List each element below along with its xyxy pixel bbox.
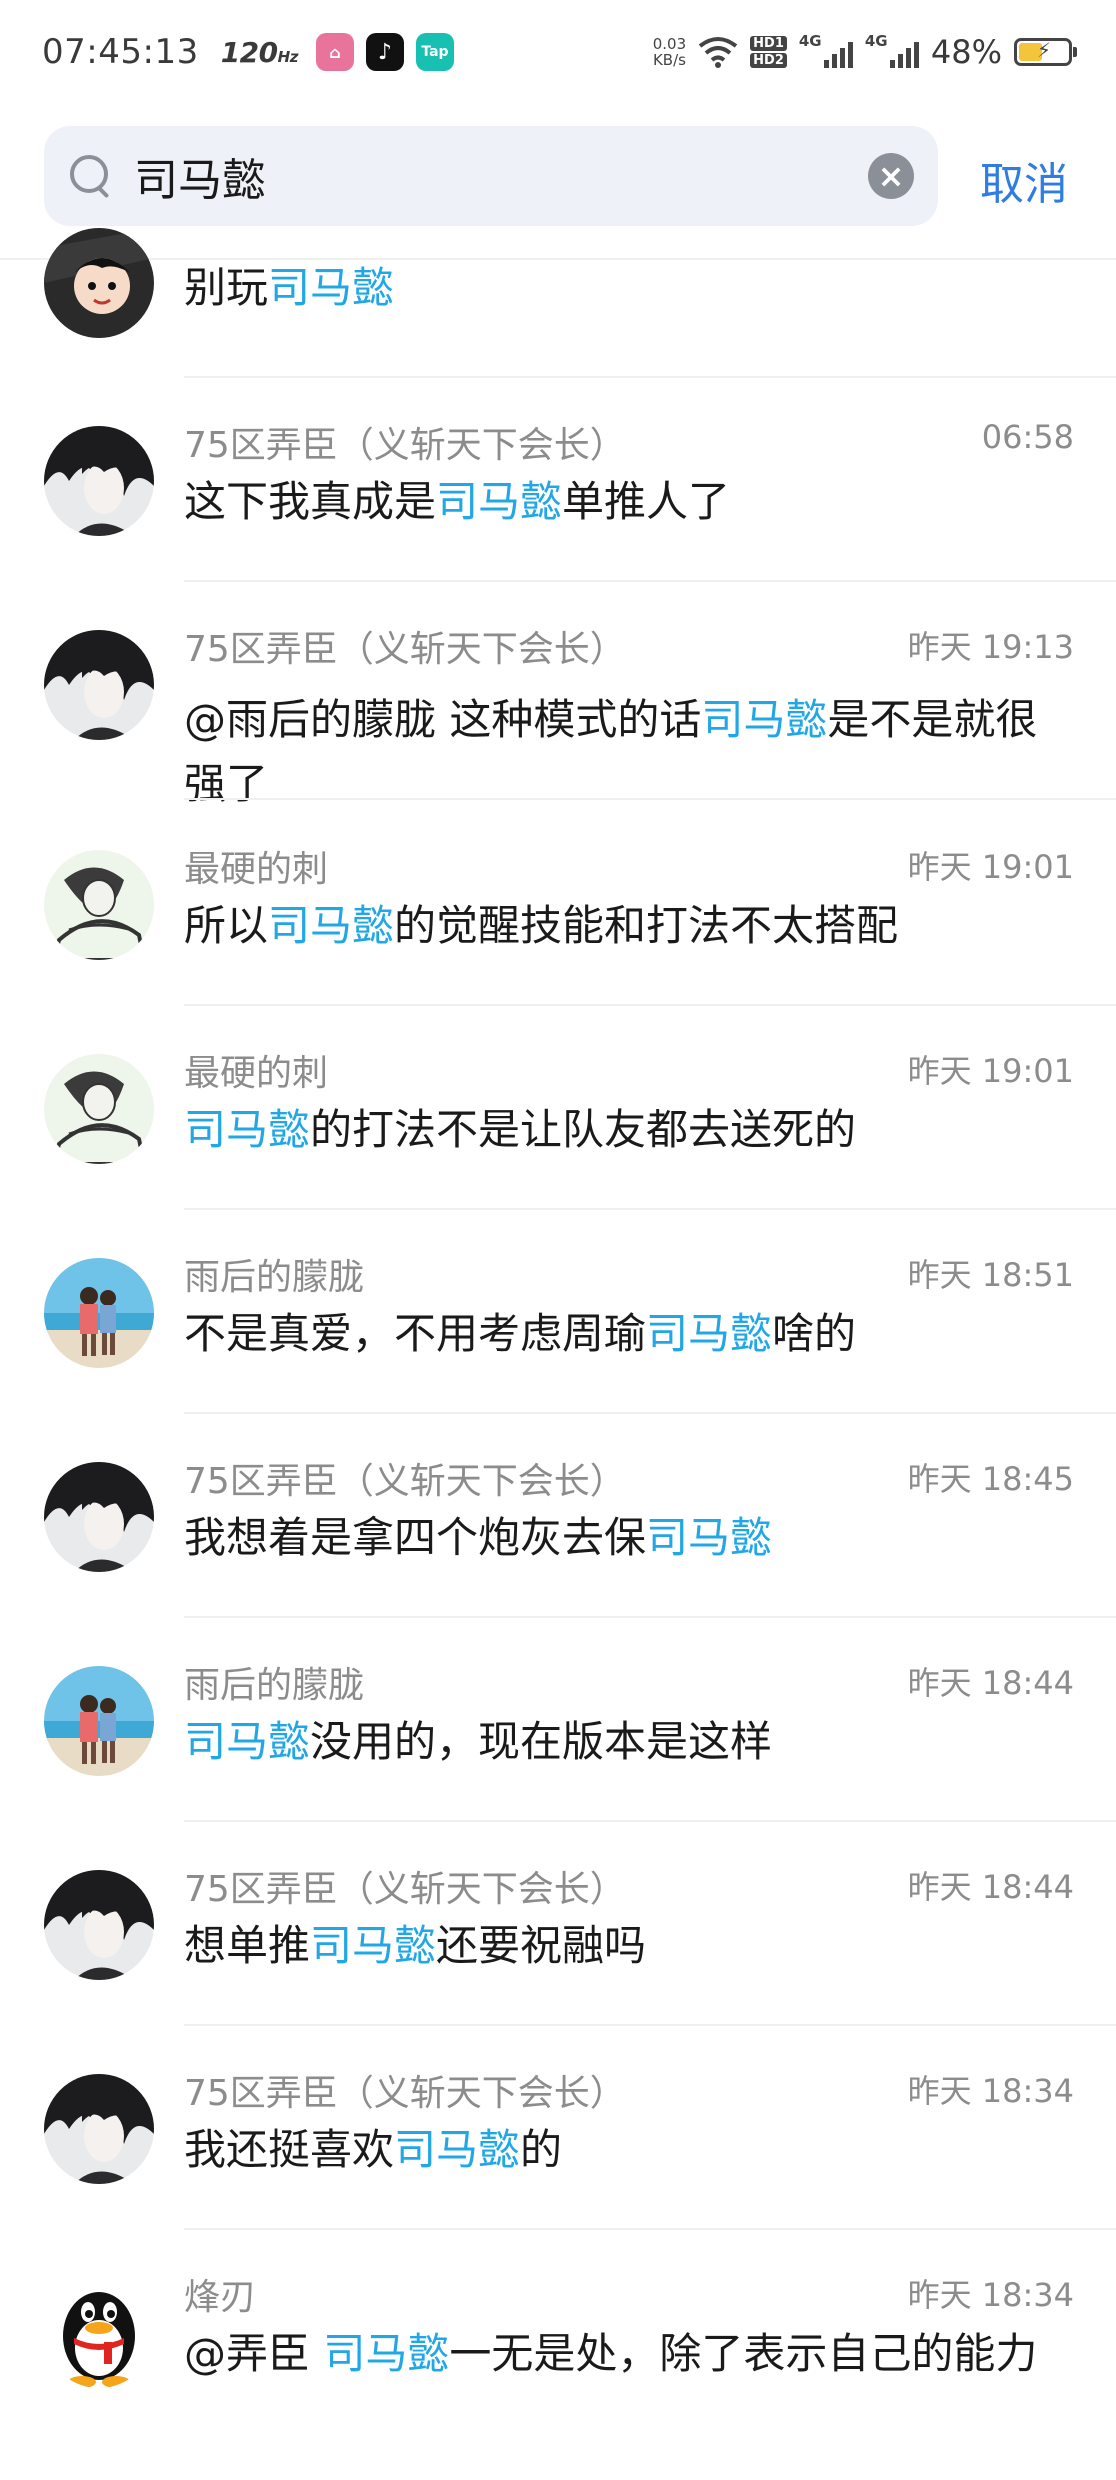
signal-4g-icon: 4G (799, 32, 853, 70)
taptap-icon: Tap (415, 33, 454, 71)
tiktok-icon: ♪ (365, 33, 404, 71)
message-snippet: @雨后的朦胧 这种模式的话司马懿是不是就很强了 (184, 688, 1064, 816)
message-text: @雨后的朦胧 这种模式的话 (184, 695, 702, 744)
message-text: 啥的 (772, 1309, 857, 1358)
message-text: 不是真爱，不用考虑周瑜 (184, 1309, 647, 1358)
message-text: 我还挺喜欢 (184, 2125, 395, 2174)
message-text: @弄臣 (184, 2329, 324, 2378)
signal-4g-icon: 4G (865, 32, 919, 70)
search-result-item[interactable]: 75区弄臣（义斩天下会长） 昨天 19:13 @雨后的朦胧 这种模式的话司马懿是不是… (0, 582, 1116, 808)
keyword-highlight: 司马懿 (394, 2125, 521, 2174)
search-result-item[interactable]: 雨后的朦胧 昨天 18:44 司马懿没用的，现在版本是这样 (0, 1618, 1116, 1822)
row-divider (184, 798, 1116, 800)
message-text: 还要祝融吗 (436, 1921, 647, 1970)
battery-icon: ⚡ (1014, 38, 1077, 66)
keyword-highlight: 司马懿 (646, 1513, 773, 1562)
keyword-highlight: 司马懿 (436, 477, 563, 526)
search-result-item[interactable]: 最硬的刺 昨天 19:01 所以司马懿的觉醒技能和打法不太搭配 (0, 802, 1116, 1006)
sender-name: 75区弄臣（义斩天下会长） (184, 1869, 626, 1910)
message-time: 昨天 19:01 (907, 848, 1074, 886)
search-input[interactable] (132, 149, 868, 203)
search-bar[interactable]: × (44, 126, 938, 226)
message-time: 昨天 18:51 (907, 1256, 1074, 1294)
avatar[interactable] (44, 1666, 154, 1776)
message-snippet: 不是真爱，不用考虑周瑜司马懿啥的 (184, 1302, 1064, 1366)
message-time: 06:58 (981, 418, 1074, 456)
wifi-icon (698, 37, 738, 68)
search-result-item[interactable]: 75区弄臣（义斩天下会长） 昨天 18:34 我还挺喜欢司马懿的 (0, 2026, 1116, 2230)
keyword-highlight: 司马懿 (268, 263, 395, 312)
keyword-highlight: 司马懿 (268, 901, 395, 950)
message-text: 这下我真成是 (184, 477, 437, 526)
hd-voice-icon: HD1 HD2 (750, 36, 787, 68)
message-text: 想单推 (184, 1921, 311, 1970)
message-text: 所以 (184, 901, 269, 950)
message-snippet: 司马懿没用的，现在版本是这样 (184, 1710, 1064, 1774)
message-text: 我想着是拿四个炮灰去保 (184, 1513, 647, 1562)
message-time: 昨天 18:34 (907, 2072, 1074, 2110)
sender-name: 雨后的朦胧 (184, 1665, 365, 1706)
clock: 07:45:13 (42, 32, 199, 72)
keyword-highlight: 司马懿 (184, 1105, 311, 1154)
avatar[interactable] (44, 630, 154, 740)
avatar[interactable] (44, 2278, 154, 2388)
sender-name: 雨后的朦胧 (184, 1257, 365, 1298)
message-text: 没用的，现在版本是这样 (310, 1717, 773, 1766)
avatar[interactable] (44, 1870, 154, 1980)
avatar[interactable] (44, 228, 154, 338)
keyword-highlight: 司马懿 (701, 695, 828, 744)
message-snippet: 司马懿的打法不是让队友都去送死的 (184, 1098, 1064, 1162)
network-speed: 0.03 KB/s (652, 35, 687, 69)
keyword-highlight: 司马懿 (184, 1717, 311, 1766)
message-snippet: 这下我真成是司马懿单推人了 (184, 470, 1064, 534)
message-text: 单推人了 (562, 477, 731, 526)
message-snippet: 我想着是拿四个炮灰去保司马懿 (184, 1506, 1064, 1570)
battery-percent: 48% (930, 33, 1002, 71)
app-notification-icon: ⌂ (315, 33, 354, 71)
keyword-highlight: 司马懿 (646, 1309, 773, 1358)
message-time: 昨天 19:01 (907, 1052, 1074, 1090)
message-snippet: 别玩司马懿 (184, 256, 1064, 320)
message-text: 别玩 (184, 263, 269, 312)
search-result-item[interactable]: 雨后的朦胧 昨天 18:51 不是真爱，不用考虑周瑜司马懿啥的 (0, 1210, 1116, 1414)
message-time: 昨天 18:44 (907, 1868, 1074, 1906)
search-result-item[interactable]: 75区弄臣（义斩天下会长） 昨天 18:45 我想着是拿四个炮灰去保司马懿 (0, 1414, 1116, 1618)
message-snippet: @弄臣 司马懿一无是处，除了表示自己的能力 (184, 2322, 1064, 2386)
message-time: 昨天 18:34 (907, 2276, 1074, 2314)
avatar[interactable] (44, 2074, 154, 2184)
cancel-button[interactable]: 取消 (980, 148, 1068, 212)
sender-name: 75区弄臣（义斩天下会长） (184, 425, 626, 466)
status-bar: 07:45:13 120Hz ⌂ ♪ Tap 0.03 KB/s HD1 HD2… (0, 0, 1116, 104)
avatar[interactable] (44, 1462, 154, 1572)
message-snippet: 我还挺喜欢司马懿的 (184, 2118, 1064, 2182)
message-text: 的打法不是让队友都去送死的 (310, 1105, 857, 1154)
keyword-highlight: 司马懿 (310, 1921, 437, 1970)
search-icon (68, 153, 114, 199)
clear-icon[interactable]: × (868, 153, 914, 199)
search-result-item[interactable]: 75区弄臣（义斩天下会长） 昨天 18:44 想单推司马懿还要祝融吗 (0, 1822, 1116, 2026)
message-text: 一无是处，除了表示自己的能力 (449, 2329, 1038, 2378)
sender-name: 75区弄臣（义斩天下会长） (184, 1461, 626, 1502)
sender-name: 最硬的刺 (184, 1053, 329, 1094)
search-result-item[interactable]: 最硬的刺 昨天 19:01 司马懿的打法不是让队友都去送死的 (0, 1006, 1116, 1210)
avatar[interactable] (44, 1258, 154, 1368)
avatar[interactable] (44, 426, 154, 536)
message-time: 昨天 18:45 (907, 1460, 1074, 1498)
search-result-item[interactable]: 75区弄臣（义斩天下会长） 06:58 这下我真成是司马懿单推人了 (0, 378, 1116, 582)
refresh-rate-indicator: 120Hz (220, 35, 299, 69)
sender-name: 最硬的刺 (184, 849, 329, 890)
sender-name: 烽刃 (184, 2277, 257, 2318)
avatar[interactable] (44, 850, 154, 960)
message-snippet: 想单推司马懿还要祝融吗 (184, 1914, 1064, 1978)
sender-name: 75区弄臣（义斩天下会长） (184, 2073, 626, 2114)
message-time: 昨天 19:13 (907, 628, 1074, 666)
message-snippet: 所以司马懿的觉醒技能和打法不太搭配 (184, 894, 1064, 958)
message-text: 的觉醒技能和打法不太搭配 (394, 901, 899, 950)
search-result-item[interactable]: 烽刃 昨天 18:34 @弄臣 司马懿一无是处，除了表示自己的能力 (0, 2230, 1116, 2434)
message-time: 昨天 18:44 (907, 1664, 1074, 1702)
avatar[interactable] (44, 1054, 154, 1164)
keyword-highlight: 司马懿 (323, 2329, 450, 2378)
message-text: 的 (520, 2125, 563, 2174)
sender-name: 75区弄臣（义斩天下会长） (184, 629, 626, 670)
